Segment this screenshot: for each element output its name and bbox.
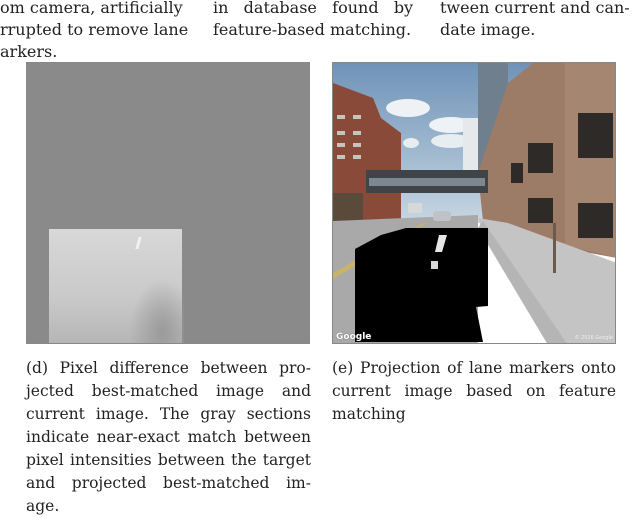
caption-line: pixel intensities between the target: [26, 451, 311, 469]
text-line: in database found by: [213, 0, 414, 17]
copyright-text: © 2016 Google: [574, 335, 613, 341]
caption-line: jected best-matched image and: [26, 382, 311, 400]
caption-line: matching: [332, 405, 406, 423]
text-line: rrupted to remove lane: [0, 20, 189, 39]
caption-line: current image based on feature: [332, 382, 616, 400]
text-line: arkers.: [0, 42, 58, 61]
google-logo: Google: [336, 332, 372, 342]
road-difference-patch: [49, 229, 184, 343]
caption-line: (d) Pixel difference between pro-: [26, 359, 311, 377]
caption-e: (e) Projection of lane markers onto curr…: [332, 357, 616, 426]
caption-line: age.: [26, 497, 60, 515]
text-line: om camera, artificially: [0, 0, 183, 17]
caption-line: current image. The gray sections: [26, 405, 311, 423]
text-line: tween current and can-: [440, 0, 630, 17]
figure-e-lane-projection: Google © 2016 Google: [332, 62, 616, 344]
caption-line: indicate near-exact match between: [26, 428, 311, 446]
caption-d: (d) Pixel difference between pro- jected…: [26, 357, 311, 518]
street-scene: [333, 63, 615, 343]
figure-d-pixel-difference: [26, 62, 310, 344]
caption-line: (e) Projection of lane markers onto: [332, 359, 616, 377]
caption-line: and projected best-matched im-: [26, 474, 311, 492]
text-line: date image.: [440, 20, 536, 39]
text-line: feature-based matching.: [213, 20, 412, 39]
